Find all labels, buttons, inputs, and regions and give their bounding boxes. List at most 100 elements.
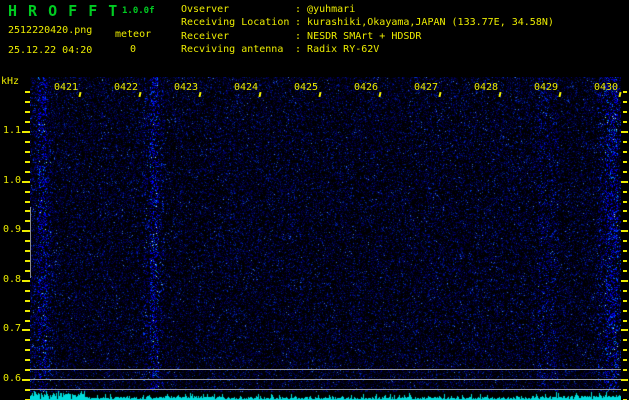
freq-minor-tick (623, 290, 627, 292)
freq-minor-tick (25, 101, 30, 103)
freq-minor-tick (25, 250, 30, 252)
freq-minor-tick (25, 220, 30, 222)
freq-tick-label: 0.7 (2, 323, 21, 334)
freq-minor-tick (623, 260, 627, 262)
info-value: NESDR SMArt + HDSDR (307, 30, 422, 42)
info-row-antenna: Recviving antenna: Radix RY-62V (181, 43, 554, 56)
freq-minor-tick (25, 240, 30, 242)
app-version: 1.0.0f (122, 6, 155, 16)
freq-minor-tick (25, 389, 30, 391)
time-label: 0430 (594, 82, 619, 93)
info-value: Radix RY-62V (307, 44, 380, 56)
info-separator: : (295, 30, 308, 42)
info-label: Receiver (181, 30, 230, 42)
freq-minor-tick (623, 210, 627, 212)
app-title: H R O F F T (8, 2, 119, 20)
info-row-location: Receiving Location: kurashiki,Okayama,JA… (181, 16, 554, 29)
freq-minor-tick (25, 310, 30, 312)
time-label: 0423 (174, 82, 199, 93)
time-label: 0421 (54, 82, 79, 93)
info-row-receiver: Receiver: NESDR SMArt + HDSDR (181, 30, 554, 43)
freq-minor-tick (25, 111, 30, 113)
freq-minor-tick (623, 359, 627, 361)
freq-minor-tick (623, 240, 627, 242)
time-label: 0426 (354, 82, 379, 93)
station-info: Ovserver: @yuhmari Receiving Location: k… (181, 3, 554, 57)
freq-minor-tick (623, 369, 627, 371)
info-label: Recviving antenna (181, 44, 284, 56)
freq-minor-tick (25, 151, 30, 153)
freq-minor-tick (25, 320, 30, 322)
freq-minor-tick (623, 310, 627, 312)
freq-minor-tick (623, 220, 627, 222)
freq-minor-tick (25, 141, 30, 143)
threshold-line-center (30, 379, 621, 380)
freq-minor-tick (25, 161, 30, 163)
freq-minor-tick (25, 201, 30, 203)
info-separator: : (295, 17, 308, 29)
observation-datetime: 25.12.22 04:20 (8, 45, 93, 56)
freq-minor-tick (25, 121, 30, 123)
threshold-line-lower (30, 389, 621, 390)
freq-minor-tick (623, 389, 627, 391)
freq-tick-label: 1.1 (2, 125, 21, 136)
freq-minor-tick (25, 369, 30, 371)
freq-minor-tick (623, 141, 627, 143)
freq-minor-tick (25, 339, 30, 341)
time-label: 0427 (414, 82, 439, 93)
threshold-line-upper (30, 369, 621, 370)
info-separator: : (295, 44, 308, 56)
freq-tick-label: 1.0 (2, 175, 21, 186)
freq-minor-tick (25, 191, 30, 193)
freq-major-tick (22, 131, 30, 133)
scale-bar-line (30, 207, 31, 278)
info-separator: : (295, 4, 308, 15)
freq-major-tick (22, 329, 30, 331)
output-filename: 2512220420.png (8, 25, 93, 36)
freq-tick-label: 0.6 (2, 373, 21, 384)
freq-minor-tick (25, 171, 30, 173)
info-value: kurashiki,Okayama,JAPAN (133.77E, 34.58N… (307, 17, 554, 29)
time-label: 0424 (234, 82, 259, 93)
freq-minor-tick (623, 201, 627, 203)
freq-minor-tick (25, 210, 30, 212)
freq-major-tick (22, 379, 30, 381)
freq-minor-tick (25, 260, 30, 262)
freq-major-tick (22, 230, 30, 232)
freq-tick-label: 0.9 (2, 224, 21, 235)
freq-minor-tick (623, 191, 627, 193)
freq-major-tick (621, 280, 628, 282)
freq-minor-tick (623, 121, 627, 123)
freq-major-tick (22, 181, 30, 183)
freq-major-tick (621, 181, 628, 183)
freq-major-tick (621, 230, 628, 232)
meteor-count-value: 0 (129, 44, 137, 55)
freq-minor-tick (623, 320, 627, 322)
freq-minor-tick (623, 161, 627, 163)
time-label: 0422 (114, 82, 139, 93)
info-row-observer: Ovserver: @yuhmari (181, 3, 554, 16)
time-label: 0429 (534, 82, 559, 93)
freq-minor-tick (623, 91, 627, 93)
freq-minor-tick (25, 349, 30, 351)
time-label: 0428 (474, 82, 499, 93)
freq-minor-tick (25, 270, 30, 272)
freq-minor-tick (25, 359, 30, 361)
info-label: Ovserver (181, 4, 230, 15)
freq-tick-label: 0.8 (2, 274, 21, 285)
spectrogram-canvas (30, 77, 621, 400)
freq-minor-tick (623, 339, 627, 341)
hrofft-window: H R O F F T 1.0.0f 2512220420.png meteor… (0, 0, 629, 400)
freq-minor-tick (25, 300, 30, 302)
freq-minor-tick (623, 101, 627, 103)
freq-minor-tick (623, 300, 627, 302)
freq-axis-unit: kHz (1, 76, 20, 87)
freq-minor-tick (623, 151, 627, 153)
freq-minor-tick (623, 250, 627, 252)
freq-minor-tick (25, 91, 30, 93)
freq-minor-tick (623, 171, 627, 173)
freq-minor-tick (623, 349, 627, 351)
freq-minor-tick (25, 290, 30, 292)
freq-major-tick (621, 131, 628, 133)
freq-minor-tick (623, 111, 627, 113)
